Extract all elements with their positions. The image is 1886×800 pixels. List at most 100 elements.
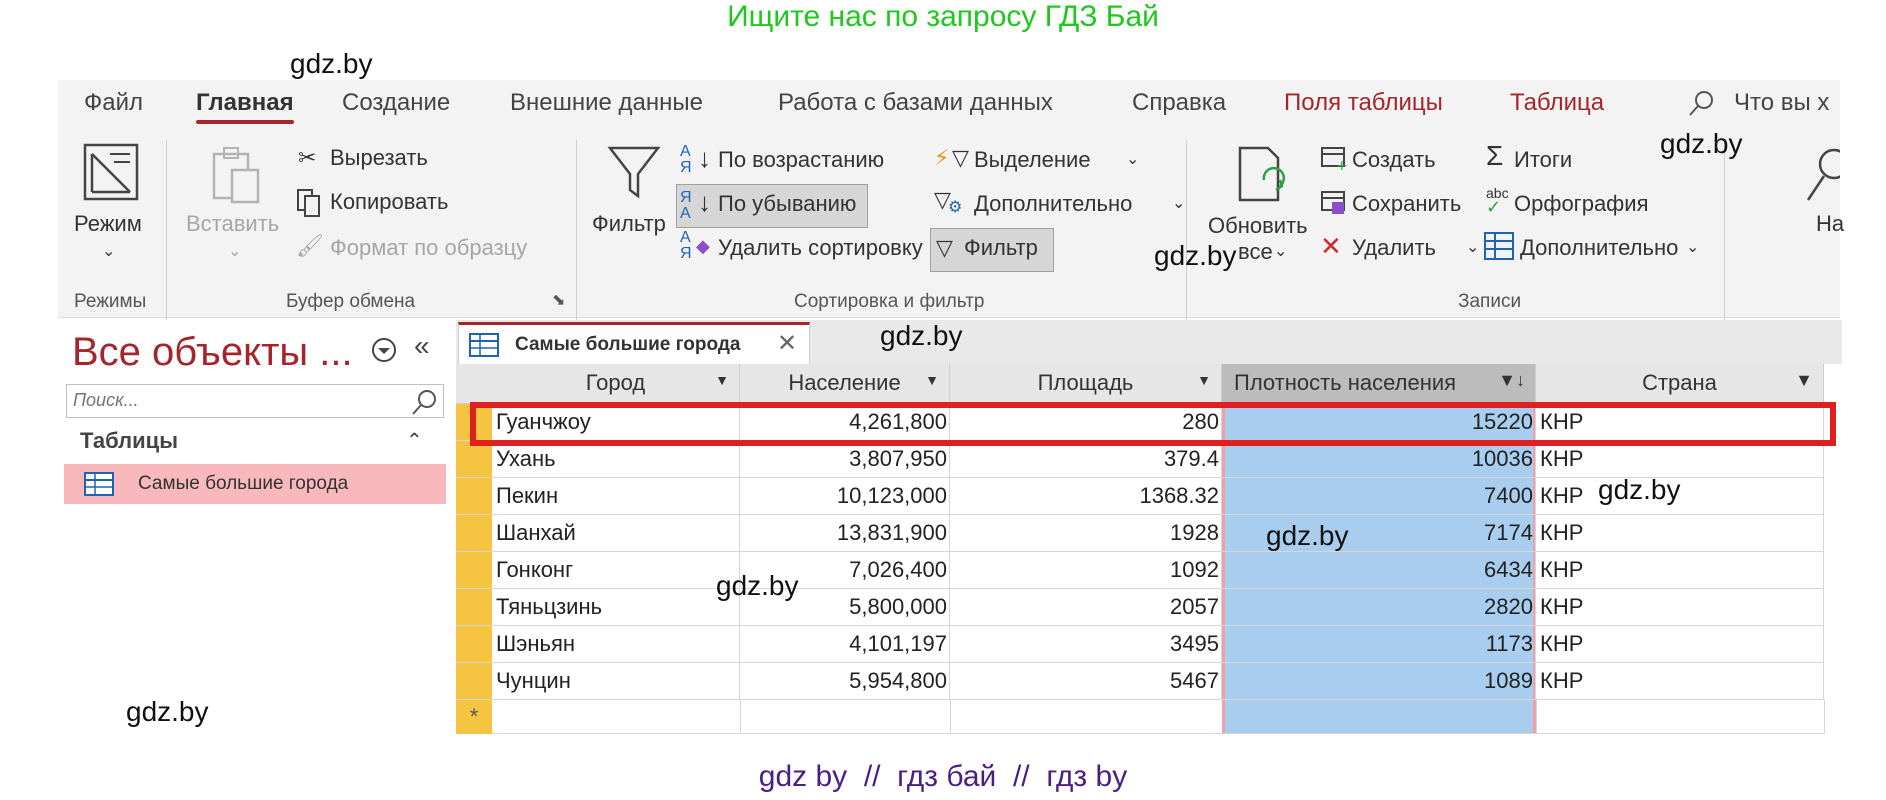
chevron-down-icon[interactable]: ⌄: [1274, 238, 1287, 266]
cell-area[interactable]: 1928: [950, 515, 1222, 552]
nav-search-box[interactable]: [66, 384, 444, 418]
new-row-marker[interactable]: *: [456, 700, 492, 734]
nav-pane-title[interactable]: Все объекты ...: [72, 330, 353, 375]
cell-population[interactable]: 3,807,950: [740, 441, 950, 478]
cell-city[interactable]: Чунцин: [492, 663, 740, 700]
chevron-down-icon[interactable]: ▼: [925, 372, 939, 388]
row-selector[interactable]: [456, 589, 492, 626]
column-header-city[interactable]: Город ▼: [492, 364, 740, 404]
remove-sort-button[interactable]: Удалить сортировку: [718, 234, 923, 262]
refresh-all-label[interactable]: все: [1238, 238, 1273, 266]
sort-ascending-button[interactable]: По возрастанию: [718, 146, 884, 174]
cell-population[interactable]: 10,123,000: [740, 478, 950, 515]
copy-button[interactable]: Копировать: [330, 188, 448, 216]
tab-help[interactable]: Справка: [1132, 88, 1226, 118]
cell-area[interactable]: 1368.32: [950, 478, 1222, 515]
nav-search-input[interactable]: [67, 385, 397, 415]
cell-population[interactable]: 5,954,800: [740, 663, 950, 700]
tab-table-fields[interactable]: Поля таблицы: [1284, 88, 1443, 118]
row-selector[interactable]: [456, 478, 492, 515]
sort-descending-icon[interactable]: ▼↓: [1498, 370, 1525, 391]
save-record-button[interactable]: Сохранить: [1352, 190, 1461, 218]
new-row[interactable]: [492, 700, 1824, 734]
chevron-down-icon[interactable]: ⌄: [228, 238, 241, 266]
delete-record-button[interactable]: Удалить: [1352, 234, 1436, 262]
spelling-button[interactable]: Орфография: [1514, 190, 1648, 218]
chevron-down-icon[interactable]: ⌄: [1172, 190, 1185, 218]
column-header-country[interactable]: Страна ▼: [1536, 364, 1824, 404]
chevron-down-icon[interactable]: ▼: [715, 372, 729, 388]
cell-country[interactable]: КНР: [1536, 552, 1824, 589]
cell-area[interactable]: 379.4: [950, 441, 1222, 478]
cell-density[interactable]: 2820: [1222, 589, 1536, 626]
cell-area[interactable]: 1092: [950, 552, 1222, 589]
cell-population[interactable]: 4,101,197: [740, 626, 950, 663]
cell-country[interactable]: КНР: [1536, 589, 1824, 626]
cell-city[interactable]: Тяньцзинь: [492, 589, 740, 626]
row-selector[interactable]: [456, 441, 492, 478]
row-selector[interactable]: [456, 626, 492, 663]
close-icon[interactable]: ✕: [777, 329, 797, 358]
tab-file[interactable]: Файл: [84, 88, 143, 118]
tab-table[interactable]: Таблица: [1510, 88, 1604, 118]
sort-descending-button[interactable]: По убыванию: [718, 190, 856, 218]
format-painter-button[interactable]: Формат по образцу: [330, 234, 527, 262]
cell-country[interactable]: КНР: [1536, 626, 1824, 663]
row-selector[interactable]: [456, 515, 492, 552]
cell-density[interactable]: 7400: [1222, 478, 1536, 515]
cell-density[interactable]: 6434: [1222, 552, 1536, 589]
chevron-down-icon[interactable]: ⌄: [1126, 146, 1139, 174]
cell-country[interactable]: КНР: [1536, 515, 1824, 552]
tell-me-box[interactable]: Что вы х: [1734, 88, 1829, 118]
cell-density[interactable]: 10036: [1222, 441, 1536, 478]
filter-icon[interactable]: [606, 144, 662, 200]
cell-area[interactable]: 5467: [950, 663, 1222, 700]
refresh-all-button[interactable]: Обновить: [1208, 212, 1308, 240]
column-header-area[interactable]: Площадь ▼: [950, 364, 1222, 404]
selection-button[interactable]: Выделение: [974, 146, 1091, 174]
collapse-group-icon[interactable]: ⌃: [406, 428, 423, 453]
chevron-down-icon[interactable]: ⌄: [1466, 234, 1479, 262]
dialog-launcher-icon[interactable]: ⬊: [552, 290, 565, 310]
cell-population[interactable]: 13,831,900: [740, 515, 950, 552]
cell-area[interactable]: 3495: [950, 626, 1222, 663]
filter-applied-icon[interactable]: ▼: [1795, 370, 1813, 391]
new-record-button[interactable]: Создать: [1352, 146, 1436, 174]
cell-city[interactable]: Пекин: [492, 478, 740, 515]
find-button[interactable]: На: [1816, 210, 1844, 238]
tab-external-data[interactable]: Внешние данные: [510, 88, 703, 118]
paste-button[interactable]: Вставить: [186, 210, 279, 238]
refresh-icon[interactable]: [1234, 144, 1292, 206]
cell-country[interactable]: КНР: [1536, 663, 1824, 700]
toggle-filter-button[interactable]: Фильтр: [964, 234, 1038, 262]
nav-item-largest-cities[interactable]: Самые большие города: [64, 464, 446, 504]
cut-button[interactable]: Вырезать: [330, 144, 428, 172]
row-selector[interactable]: [456, 663, 492, 700]
advanced-filter-button[interactable]: Дополнительно: [974, 190, 1132, 218]
select-all-corner[interactable]: [456, 364, 492, 404]
row-selector[interactable]: [456, 552, 492, 589]
collapse-pane-icon[interactable]: «: [414, 330, 430, 362]
cell-country[interactable]: КНР: [1536, 441, 1824, 478]
cell-density[interactable]: 1173: [1222, 626, 1536, 663]
totals-button[interactable]: Итоги: [1514, 146, 1572, 174]
tab-create[interactable]: Создание: [342, 88, 450, 118]
tab-home[interactable]: Главная: [196, 88, 294, 124]
cell-city[interactable]: Шэньян: [492, 626, 740, 663]
search-icon[interactable]: [409, 387, 439, 417]
paste-icon[interactable]: [208, 146, 264, 206]
nav-group-tables[interactable]: Таблицы: [80, 428, 178, 454]
nav-menu-chevron-icon[interactable]: [370, 336, 398, 364]
cell-area[interactable]: 2057: [950, 589, 1222, 626]
find-icon[interactable]: [1806, 146, 1840, 206]
cell-city[interactable]: Шанхай: [492, 515, 740, 552]
cell-city[interactable]: Ухань: [492, 441, 740, 478]
chevron-down-icon[interactable]: ⌄: [102, 238, 115, 266]
chevron-down-icon[interactable]: ▼: [1197, 372, 1211, 388]
tab-database-tools[interactable]: Работа с базами данных: [778, 88, 1053, 118]
document-tab[interactable]: Самые большие города ✕: [458, 322, 810, 364]
filter-button[interactable]: Фильтр: [592, 210, 666, 238]
view-mode-button[interactable]: Режим: [74, 210, 142, 238]
chevron-down-icon[interactable]: ⌄: [1686, 234, 1699, 262]
more-records-button[interactable]: Дополнительно: [1520, 234, 1678, 262]
